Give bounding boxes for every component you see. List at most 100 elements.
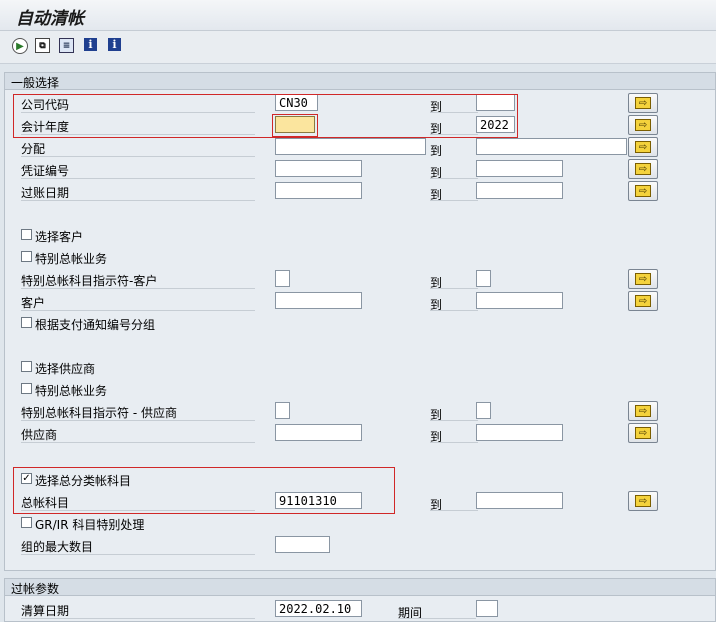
special-gl-ind-vendor-label: 特别总帐科目指示符 - 供应商 <box>21 406 177 420</box>
posting-date-label: 过账日期 <box>21 186 70 200</box>
label-underline <box>21 420 255 421</box>
to-underline <box>430 200 478 201</box>
posting-date-to-input[interactable] <box>476 182 563 199</box>
doc-number-label: 凭证编号 <box>21 164 70 178</box>
max-groups-input[interactable] <box>275 536 330 553</box>
row-doc-number: 凭证编号 到 ⇨ <box>5 159 715 181</box>
info-icon[interactable]: i <box>108 38 121 51</box>
clearing-date-input[interactable]: 2022.02.10 <box>275 600 362 617</box>
arrow-right-icon: ⇨ <box>635 97 651 109</box>
max-groups-label: 组的最大数目 <box>21 540 94 554</box>
gl-account-from-input[interactable]: 91101310 <box>275 492 362 509</box>
copy-icon[interactable]: ⧉ <box>35 38 50 53</box>
company-code-to-input[interactable] <box>476 94 515 111</box>
to-underline <box>430 134 478 135</box>
group-by-payment-advice-label: 根据支付通知编号分组 <box>35 318 156 332</box>
posting-date-from-input[interactable] <box>275 182 362 199</box>
label-underline <box>21 112 255 113</box>
section-header: 过帐参数 <box>5 579 715 596</box>
row-group-by-payment-advice: 根据支付通知编号分组 <box>5 313 715 335</box>
application-toolbar: ▶ ⧉ ≡ i i <box>0 31 716 64</box>
row-select-customer: 选择客户 <box>5 225 715 247</box>
period-input[interactable] <box>476 600 498 617</box>
company-code-from-input[interactable]: CN30 <box>275 94 318 111</box>
special-gl-vendor-label: 特别总帐业务 <box>35 384 108 398</box>
fiscal-year-to-input[interactable]: 2022 <box>476 116 515 133</box>
row-special-gl-vendor-cb: 特别总帐业务 <box>5 379 715 401</box>
section-title: 一般选择 <box>11 76 60 90</box>
fiscal-year-label: 会计年度 <box>21 120 70 134</box>
section-title: 过帐参数 <box>11 582 60 596</box>
label-underline <box>21 134 255 135</box>
arrow-right-icon: ⇨ <box>635 295 651 307</box>
row-special-gl-customer-cb: 特别总帐业务 <box>5 247 715 269</box>
label-underline <box>21 288 255 289</box>
label-underline <box>21 442 255 443</box>
row-special-gl-ind-customer: 特别总帐科目指示符-客户 到 ⇨ <box>5 269 715 291</box>
vendor-to-input[interactable] <box>476 424 563 441</box>
gl-account-to-input[interactable] <box>476 492 563 509</box>
row-gl-account: 总帐科目 91101310 到 ⇨ <box>5 491 715 513</box>
multiple-selection-button[interactable]: ⇨ <box>628 269 658 289</box>
row-special-gl-ind-vendor: 特别总帐科目指示符 - 供应商 到 ⇨ <box>5 401 715 423</box>
multiple-selection-button[interactable]: ⇨ <box>628 137 658 157</box>
window-title: 自动清帐 <box>16 9 84 29</box>
arrow-right-icon: ⇨ <box>635 495 651 507</box>
label-underline <box>21 156 255 157</box>
special-gl-vendor-checkbox[interactable] <box>21 383 32 394</box>
arrow-right-icon: ⇨ <box>635 119 651 131</box>
info-icon[interactable]: i <box>84 38 97 51</box>
multiple-selection-button[interactable]: ⇨ <box>628 181 658 201</box>
to-label: 到 <box>430 144 443 158</box>
doc-number-from-input[interactable] <box>275 160 362 177</box>
select-gl-label: 选择总分类帐科目 <box>35 474 132 488</box>
special-gl-ind-vendor-to-input[interactable] <box>476 402 491 419</box>
select-vendor-checkbox[interactable] <box>21 361 32 372</box>
to-underline <box>430 420 478 421</box>
special-gl-customer-checkbox[interactable] <box>21 251 32 262</box>
select-gl-checkbox[interactable]: ✓ <box>21 473 32 484</box>
label-underline <box>21 554 255 555</box>
to-underline <box>430 442 478 443</box>
to-underline <box>430 310 478 311</box>
multiple-selection-button[interactable]: ⇨ <box>628 93 658 113</box>
label-underline <box>21 618 255 619</box>
doc-number-to-input[interactable] <box>476 160 563 177</box>
special-gl-ind-customer-from-input[interactable] <box>275 270 290 287</box>
to-underline <box>430 288 478 289</box>
multiple-selection-button[interactable]: ⇨ <box>628 401 658 421</box>
special-gl-ind-customer-label: 特别总帐科目指示符-客户 <box>21 274 158 288</box>
row-select-gl: ✓ 选择总分类帐科目 <box>5 469 715 491</box>
row-company-code: 公司代码 CN30 到 ⇨ <box>5 93 715 115</box>
vendor-label: 供应商 <box>21 428 58 442</box>
multiple-selection-button[interactable]: ⇨ <box>628 291 658 311</box>
fiscal-year-from-input[interactable] <box>275 116 315 133</box>
grir-special-checkbox[interactable] <box>21 517 32 528</box>
vendor-from-input[interactable] <box>275 424 362 441</box>
label-underline <box>21 510 255 511</box>
label-underline <box>21 200 255 201</box>
row-max-groups: 组的最大数目 <box>5 535 715 557</box>
customer-to-input[interactable] <box>476 292 563 309</box>
assignment-to-input[interactable] <box>476 138 627 155</box>
section-header: 一般选择 <box>5 73 715 90</box>
select-vendor-label: 选择供应商 <box>35 362 96 376</box>
label-underline <box>21 310 255 311</box>
variant-icon[interactable]: ≡ <box>59 38 74 53</box>
multiple-selection-button[interactable]: ⇨ <box>628 423 658 443</box>
multiple-selection-button[interactable]: ⇨ <box>628 491 658 511</box>
label-underline <box>21 178 255 179</box>
group-by-payment-advice-checkbox[interactable] <box>21 317 32 328</box>
arrow-right-icon: ⇨ <box>635 273 651 285</box>
assignment-from-input[interactable] <box>275 138 426 155</box>
arrow-right-icon: ⇨ <box>635 427 651 439</box>
execute-icon[interactable]: ▶ <box>12 38 28 54</box>
special-gl-ind-vendor-from-input[interactable] <box>275 402 290 419</box>
multiple-selection-button[interactable]: ⇨ <box>628 115 658 135</box>
select-customer-checkbox[interactable] <box>21 229 32 240</box>
grir-special-label: GR/IR 科目特别处理 <box>35 518 145 532</box>
customer-from-input[interactable] <box>275 292 362 309</box>
row-customer: 客户 到 ⇨ <box>5 291 715 313</box>
multiple-selection-button[interactable]: ⇨ <box>628 159 658 179</box>
special-gl-ind-customer-to-input[interactable] <box>476 270 491 287</box>
